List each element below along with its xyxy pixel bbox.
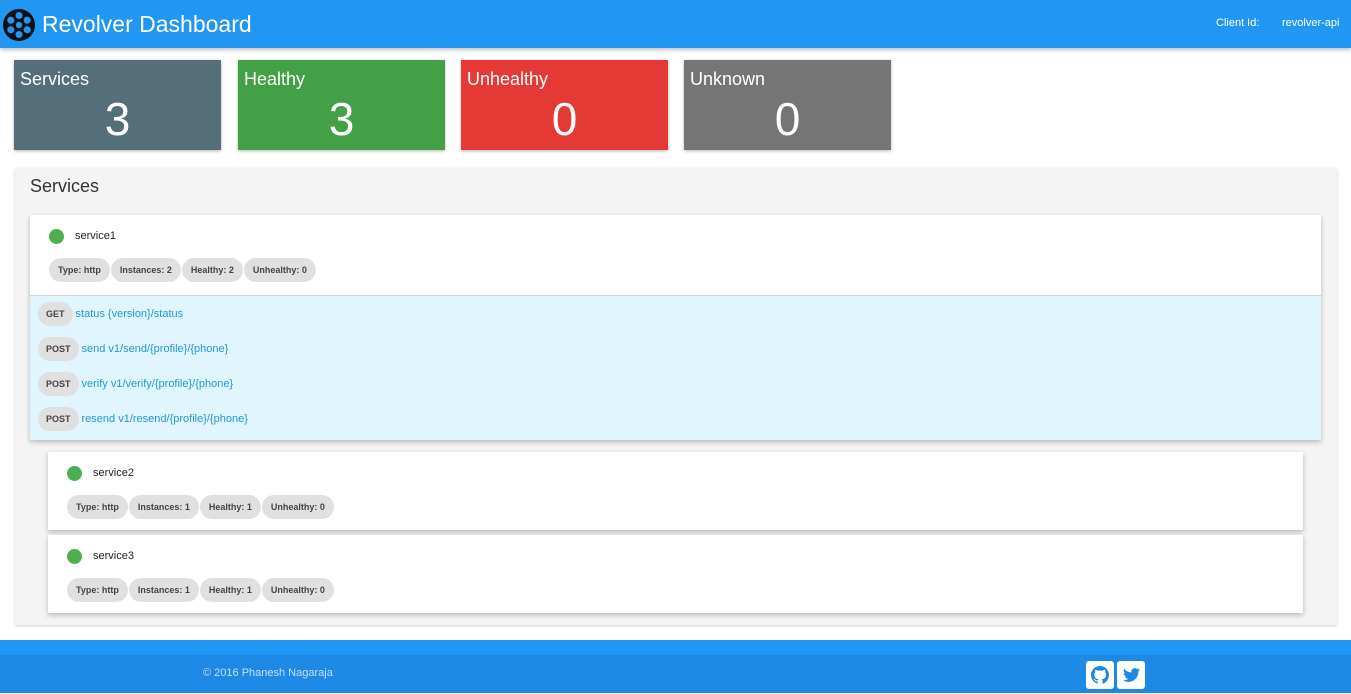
app-footer: © 2016 Phanesh Nagaraja [0,640,1351,693]
github-icon[interactable] [1086,661,1114,689]
services-count-card: Services 3 [14,60,221,150]
method-badge: POST [38,372,79,396]
type-chip: Type: http [67,495,128,519]
method-badge: POST [38,407,79,431]
service-name: service1 [75,230,116,242]
service-chips: Type: http Instances: 2 Healthy: 2 Unhea… [49,258,316,282]
unknown-count-card: Unknown 0 [684,60,891,150]
card-label: Unknown [690,69,766,89]
unhealthy-chip: Unhealthy: 0 [261,578,334,602]
app-title: Revolver Dashboard [42,11,252,37]
card-value: 0 [551,93,578,145]
footer-band [0,640,1351,655]
instances-chip: Instances: 2 [110,258,181,282]
card-label: Unhealthy [467,69,549,89]
app-header: Revolver Dashboard Client Id: revolver-a… [0,0,1351,48]
endpoint-link[interactable]: verify v1/verify/{profile}/{phone} [82,378,234,390]
client-id-value: revolver-api [1282,17,1340,29]
service-chips: Type: http Instances: 1 Healthy: 1 Unhea… [67,578,334,602]
endpoint-row[interactable]: POST verify v1/verify/{profile}/{phone} [38,372,233,396]
healthy-chip: Healthy: 1 [199,495,261,519]
endpoint-row[interactable]: GET status {version}/status [38,302,183,326]
instances-chip: Instances: 1 [128,495,199,519]
endpoint-row[interactable]: POST send v1/send/{profile}/{phone} [38,337,228,361]
instances-chip: Instances: 1 [128,578,199,602]
endpoint-link[interactable]: send v1/send/{profile}/{phone} [82,343,229,355]
type-chip: Type: http [67,578,128,602]
twitter-icon[interactable] [1117,661,1145,689]
card-value: 3 [328,93,355,145]
card-label: Healthy [244,69,306,89]
service-card-service3[interactable]: service3 Type: http Instances: 1 Healthy… [48,535,1303,613]
method-badge: POST [38,337,79,361]
card-value: 3 [104,93,131,145]
endpoint-link[interactable]: resend v1/resend/{profile}/{phone} [82,413,248,425]
revolver-logo-icon [3,9,35,41]
type-chip: Type: http [49,258,110,282]
card-value: 0 [774,93,801,145]
service-name: service3 [93,550,134,562]
service-chips: Type: http Instances: 1 Healthy: 1 Unhea… [67,495,334,519]
copyright-text: © 2016 Phanesh Nagaraja [203,667,333,679]
healthy-count-card: Healthy 3 [238,60,445,150]
endpoint-link[interactable]: status {version}/status [76,308,184,320]
status-dot-icon [67,549,82,564]
service-card-service2[interactable]: service2 Type: http Instances: 1 Healthy… [48,452,1303,530]
endpoint-row[interactable]: POST resend v1/resend/{profile}/{phone} [38,407,248,431]
status-dot-icon [67,466,82,481]
method-badge: GET [38,302,73,326]
unhealthy-chip: Unhealthy: 0 [261,495,334,519]
unhealthy-chip: Unhealthy: 0 [243,258,316,282]
service-card-service1[interactable]: service1 Type: http Instances: 2 Healthy… [30,215,1321,440]
endpoint-list: GET status {version}/status POST send v1… [30,295,1321,440]
card-label: Services [20,69,90,89]
client-id-label: Client Id: [1216,17,1260,29]
healthy-chip: Healthy: 1 [199,578,261,602]
healthy-chip: Healthy: 2 [181,258,243,282]
unhealthy-count-card: Unhealthy 0 [461,60,668,150]
services-panel: Services service1 Type: http Instances: … [15,168,1337,625]
status-dot-icon [49,229,64,244]
service-name: service2 [93,467,134,479]
panel-title: Services [30,176,100,196]
